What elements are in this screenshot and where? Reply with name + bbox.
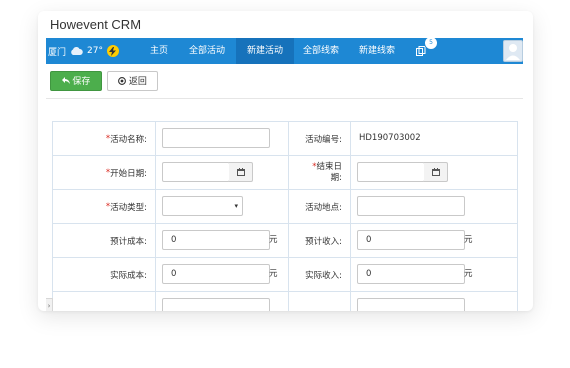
weather-widget: 厦门 27° bbox=[48, 38, 119, 64]
app-title: Howevent CRM bbox=[50, 17, 142, 32]
act-cost-label: 实际成本: bbox=[110, 270, 147, 281]
copy-icon bbox=[416, 46, 426, 59]
city-label: 厦门 bbox=[48, 47, 67, 58]
back-label: 返回 bbox=[128, 77, 147, 87]
activity-type-select[interactable]: ▾ bbox=[162, 196, 243, 216]
act-income-input-cell: 0 元 bbox=[351, 258, 518, 291]
reply-icon bbox=[61, 77, 70, 84]
extra-input-cell bbox=[351, 292, 518, 311]
number-label-cell: 活动编号: bbox=[289, 122, 351, 155]
currency-unit: 元 bbox=[464, 235, 473, 245]
location-input-cell bbox=[351, 190, 518, 223]
form-row: 实际成本: 0 元 实际收入: 0 元 bbox=[53, 258, 518, 292]
empty-label-cell bbox=[289, 292, 351, 311]
calendar-icon bbox=[431, 168, 440, 176]
est-cost-label: 预计成本: bbox=[110, 236, 147, 247]
end-date-label: *结束日期: bbox=[312, 161, 342, 183]
empty-label-cell bbox=[53, 292, 156, 311]
act-cost-label-cell: 实际成本: bbox=[53, 258, 156, 291]
user-avatar[interactable] bbox=[503, 40, 523, 62]
end-label-cell: *结束日期: bbox=[289, 156, 351, 189]
calendar-icon bbox=[236, 168, 245, 176]
number-label: 活动编号: bbox=[305, 134, 342, 145]
start-date-label: * 开始日期: bbox=[105, 167, 147, 179]
expand-sidebar-handle[interactable]: › bbox=[46, 298, 53, 311]
nav-new-activity[interactable]: 新建活动 bbox=[236, 38, 294, 64]
app-viewport: 厦门 27° 主页 全部活动 新建活动 全部线索 新建线索 5 保存 返回 * … bbox=[46, 38, 523, 311]
activity-type-label: * 活动类型: bbox=[105, 201, 147, 213]
notifications-button[interactable]: 5 bbox=[414, 38, 438, 64]
form-row bbox=[53, 292, 518, 311]
est-cost-input[interactable]: 0 bbox=[162, 230, 270, 250]
currency-unit: 元 bbox=[464, 269, 473, 279]
nav-new-lead[interactable]: 新建线索 bbox=[352, 38, 402, 64]
save-label: 保存 bbox=[72, 77, 91, 87]
start-input-cell bbox=[156, 156, 289, 189]
save-button[interactable]: 保存 bbox=[50, 71, 102, 91]
nav-all-leads[interactable]: 全部线索 bbox=[296, 38, 346, 64]
est-income-label-cell: 预计收入: bbox=[289, 224, 351, 257]
activity-number-value: HD190703002 bbox=[359, 133, 421, 143]
end-date-picker-button[interactable] bbox=[424, 162, 448, 182]
est-income-input-cell: 0 元 bbox=[351, 224, 518, 257]
activity-name-input[interactable] bbox=[162, 128, 270, 148]
currency-unit: 元 bbox=[269, 235, 278, 245]
type-label-cell: * 活动类型: bbox=[53, 190, 156, 223]
form-row: 预计成本: 0 元 预计收入: 0 元 bbox=[53, 224, 518, 258]
name-input-cell bbox=[156, 122, 289, 155]
act-income-input[interactable]: 0 bbox=[357, 264, 465, 284]
cloud-icon bbox=[70, 47, 83, 55]
act-cost-input[interactable]: 0 bbox=[162, 264, 270, 284]
top-navbar: 厦门 27° 主页 全部活动 新建活动 全部线索 新建线索 5 bbox=[46, 38, 523, 64]
extra-input[interactable] bbox=[357, 298, 465, 311]
back-button[interactable]: 返回 bbox=[107, 71, 158, 91]
act-cost-input-cell: 0 元 bbox=[156, 258, 289, 291]
form-row: * 活动类型: ▾ 活动地点: bbox=[53, 190, 518, 224]
lightning-icon[interactable] bbox=[106, 45, 119, 57]
app-window: Howevent CRM 厦门 27° 主页 全部活动 新建活动 全部线索 新建… bbox=[38, 11, 533, 311]
back-circle-icon bbox=[118, 77, 126, 85]
notification-badge: 5 bbox=[424, 38, 438, 50]
number-value-cell: HD190703002 bbox=[351, 122, 518, 155]
name-label-cell: * 活动名称: bbox=[53, 122, 156, 155]
currency-unit: 元 bbox=[269, 269, 278, 279]
location-label-cell: 活动地点: bbox=[289, 190, 351, 223]
toolbar-divider bbox=[46, 98, 523, 99]
extra-input[interactable] bbox=[162, 298, 270, 311]
nav-home[interactable]: 主页 bbox=[144, 38, 174, 64]
location-label: 活动地点: bbox=[305, 202, 342, 213]
type-input-cell: ▾ bbox=[156, 190, 289, 223]
est-cost-input-cell: 0 元 bbox=[156, 224, 289, 257]
est-income-input[interactable]: 0 bbox=[357, 230, 465, 250]
extra-input-cell bbox=[156, 292, 289, 311]
end-input-cell bbox=[351, 156, 518, 189]
form-row: * 开始日期: *结束日期: bbox=[53, 156, 518, 190]
form-row: * 活动名称: 活动编号: HD190703002 bbox=[53, 122, 518, 156]
location-input[interactable] bbox=[357, 196, 465, 216]
activity-form: * 活动名称: 活动编号: HD190703002 * 开始日期: *结束日期:… bbox=[52, 121, 518, 311]
chevron-right-icon: › bbox=[47, 302, 51, 310]
start-date-picker-button[interactable] bbox=[229, 162, 253, 182]
temperature-label: 27° bbox=[87, 46, 103, 56]
start-date-input[interactable] bbox=[162, 162, 230, 182]
end-date-input[interactable] bbox=[357, 162, 425, 182]
start-label-cell: * 开始日期: bbox=[53, 156, 156, 189]
act-income-label-cell: 实际收入: bbox=[289, 258, 351, 291]
est-income-label: 预计收入: bbox=[305, 236, 342, 247]
caret-down-icon: ▾ bbox=[234, 202, 238, 210]
nav-all-activities[interactable]: 全部活动 bbox=[182, 38, 232, 64]
est-cost-label-cell: 预计成本: bbox=[53, 224, 156, 257]
name-label: * 活动名称: bbox=[105, 133, 147, 145]
act-income-label: 实际收入: bbox=[305, 270, 342, 281]
